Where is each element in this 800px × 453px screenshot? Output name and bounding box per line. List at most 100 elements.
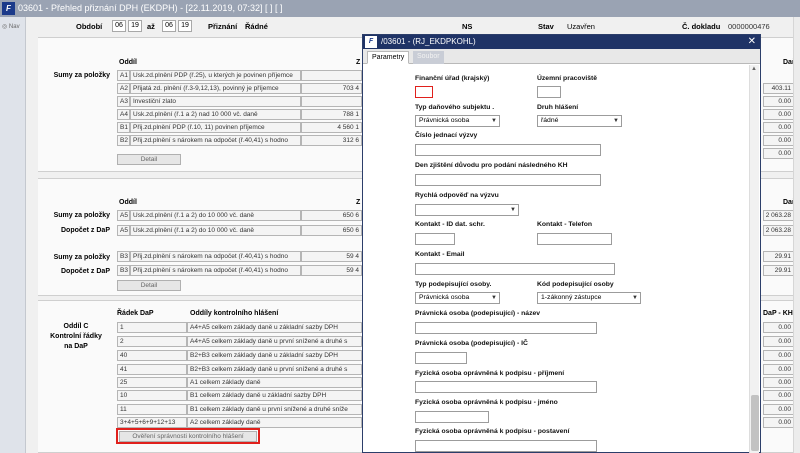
cdokladu-label: Č. dokladu: [682, 22, 721, 31]
panel1-row-text: Přij.zd.plnění PDP (ř.10, 11) povinen př…: [130, 122, 301, 133]
panel3-row-text: B2+B3 celkem základy daně u základní saz…: [187, 350, 362, 361]
panel2-row-text: Přij.zd.plnění s nárokem na odpočet (ř.4…: [130, 251, 301, 262]
panel2-row-text: Přij.zd.plnění s nárokem na odpočet (ř.4…: [130, 265, 301, 276]
panel2-detail-button[interactable]: Detail: [117, 280, 181, 291]
tab-soubor[interactable]: Soubor: [413, 51, 444, 64]
panel3-row-radek: 3+4+5+6+9+12+13: [117, 417, 187, 428]
po-ic-label: Právnická osoba (podepisující) - IČ: [415, 340, 528, 347]
to-year-input[interactable]: 19: [178, 20, 192, 32]
priznani-label: Přiznání: [208, 22, 238, 31]
fo-jmeno-input[interactable]: [415, 411, 489, 423]
panel1-right-value: 0.00: [763, 135, 795, 146]
panel1-section-label: Sumy za položky: [53, 72, 110, 79]
uzemni-pracoviste-label: Územní pracoviště: [537, 75, 598, 82]
main-vertical-scrollbar[interactable]: [793, 17, 800, 453]
chevron-down-icon: ▼: [632, 295, 638, 301]
panel2-col-z: Z: [356, 199, 361, 206]
left-nav-rail[interactable]: ◎ Nav: [0, 17, 26, 453]
panel2-row-text: Usk.zd.plnění (ř.1 a 2) do 10 000 vč. da…: [130, 210, 301, 221]
panel1-row-code: A2: [117, 83, 130, 94]
dialog-vertical-scrollbar[interactable]: ▲: [749, 65, 759, 453]
den-zjisteni-input[interactable]: [415, 174, 601, 186]
rychla-odpoved-select[interactable]: ▼: [415, 204, 519, 216]
po-nazev-input[interactable]: [415, 322, 597, 334]
panel3-row-right: 0.00: [763, 336, 795, 347]
panel1-col-z: Z: [356, 59, 361, 66]
verify-kh-button[interactable]: Ověření správnosti kontrolního hlášení: [119, 431, 257, 442]
stav-value: Uzavřen: [567, 22, 595, 31]
panel1-right-value: 0.00: [763, 122, 795, 133]
export-dialog: F /03601 - (RJ_EKDPKOHL) ✕ Parametry Sou…: [362, 34, 761, 453]
dialog-app-icon: F: [365, 36, 377, 48]
panel2-row-value: 650 6: [301, 210, 362, 221]
dialog-tabs: Parametry Soubor: [363, 49, 760, 64]
panel2-row-text: Usk.zd.plnění (ř.1 a 2) do 10 000 vč. da…: [130, 225, 301, 236]
kontakt-email-input[interactable]: [415, 263, 615, 275]
from-year-input[interactable]: 19: [128, 20, 142, 32]
panel3-col-oddily: Oddíly kontrolního hlášení: [190, 310, 279, 317]
den-zjisteni-label: Den zjištění důvodu pro podání následnéh…: [415, 162, 568, 169]
panel1-right-value: 0.00: [763, 96, 795, 107]
panel1-row-text: Přijatá zd. plnění (ř.3-9,12,13), povinn…: [130, 83, 301, 94]
kod-podepisujici-select[interactable]: 1-zákonný zástupce ▼: [537, 292, 641, 304]
typ-subjektu-select[interactable]: Právnická osoba ▼: [415, 115, 500, 127]
kontakt-id-input[interactable]: [415, 233, 455, 245]
panel3-row-radek: 25: [117, 377, 187, 388]
panel1-row-text: Investiční zlato: [130, 96, 301, 107]
typ-podepisujici-label: Typ podepisující osoby.: [415, 281, 492, 288]
typ-podepisujici-select[interactable]: Právnická osoba ▼: [415, 292, 500, 304]
panel1-row-value: 788 1: [301, 109, 362, 120]
panel3-row-radek: 11: [117, 404, 187, 415]
close-icon[interactable]: ✕: [748, 36, 756, 47]
panel1-right-value: 0.00: [763, 109, 795, 120]
scroll-up-icon[interactable]: ▲: [751, 66, 757, 72]
uzemni-pracoviste-input[interactable]: [537, 86, 561, 98]
druh-hlaseni-value: řádné: [541, 117, 559, 124]
kod-podepisujici-value: 1-zákonný zástupce: [541, 294, 602, 301]
panel3-section-label-2: Kontrolní řádky: [50, 333, 102, 340]
nav-toggle[interactable]: ◎ Nav: [2, 23, 20, 30]
fo-prijmeni-input[interactable]: [415, 381, 597, 393]
chevron-down-icon: ▼: [491, 295, 497, 301]
druh-hlaseni-select[interactable]: řádné ▼: [537, 115, 622, 127]
panel2-row-code: B3: [117, 251, 130, 262]
az-label: až: [147, 22, 155, 31]
panel2-right-value: 29.91: [763, 265, 795, 276]
kontakt-telefon-input[interactable]: [537, 233, 612, 245]
fo-postaveni-input[interactable]: [415, 440, 597, 452]
window-title: 03601 - Přehled přiznání DPH (EKDPH) - […: [18, 3, 283, 13]
panel1-row-code: B1: [117, 122, 130, 133]
panel3-row-text: B1 celkem základy daně u základní sazby …: [187, 390, 362, 401]
to-month-input[interactable]: 06: [162, 20, 176, 32]
dialog-scroll-thumb[interactable]: [751, 395, 759, 451]
panel3-row-right: 0.00: [763, 404, 795, 415]
panel1-row-code: A1: [117, 70, 130, 81]
priznani-value: Řádné: [245, 22, 268, 31]
po-nazev-label: Právnická osoba (podepisující) - název: [415, 310, 541, 317]
cislo-jednaci-input[interactable]: [415, 144, 601, 156]
from-month-input[interactable]: 06: [112, 20, 126, 32]
panel3-row-right: 0.00: [763, 417, 795, 428]
panel1-col-oddil: Oddíl: [119, 59, 137, 66]
panel3-row-radek: 41: [117, 364, 187, 375]
panel2-group-label: Dopočet z DaP: [60, 227, 110, 234]
panel3-row-right: 0.00: [763, 350, 795, 361]
panel3-row-text: A4+A5 celkem základy daně u první snížen…: [187, 336, 362, 347]
panel3-row-radek: 2: [117, 336, 187, 347]
panel1-right-value: 403.11: [763, 83, 795, 94]
panel1-detail-button[interactable]: Detail: [117, 154, 181, 165]
financni-urad-label: Finanční úřad (krajský): [415, 75, 490, 82]
panel2-right-value: 29.91: [763, 251, 795, 262]
financni-urad-input[interactable]: [415, 86, 433, 98]
tab-parametry[interactable]: Parametry: [367, 51, 410, 64]
nav-circle-icon: ◎: [2, 24, 8, 30]
po-ic-input[interactable]: [415, 352, 467, 364]
window-titlebar: F 03601 - Přehled přiznání DPH (EKDPH) -…: [0, 0, 800, 17]
panel3-row-radek: 1: [117, 322, 187, 333]
fo-postaveni-label: Fyzická osoba oprávněná k podpisu - post…: [415, 428, 570, 435]
fo-jmeno-label: Fyzická osoba oprávněná k podpisu - jmén…: [415, 399, 558, 406]
chevron-down-icon: ▼: [613, 118, 619, 124]
kontakt-telefon-label: Kontakt - Telefon: [537, 221, 593, 228]
panel1-row-text: Usk.zd.plnění PDP (ř.25), u kterých je p…: [130, 70, 301, 81]
panel3-row-right: 0.00: [763, 377, 795, 388]
